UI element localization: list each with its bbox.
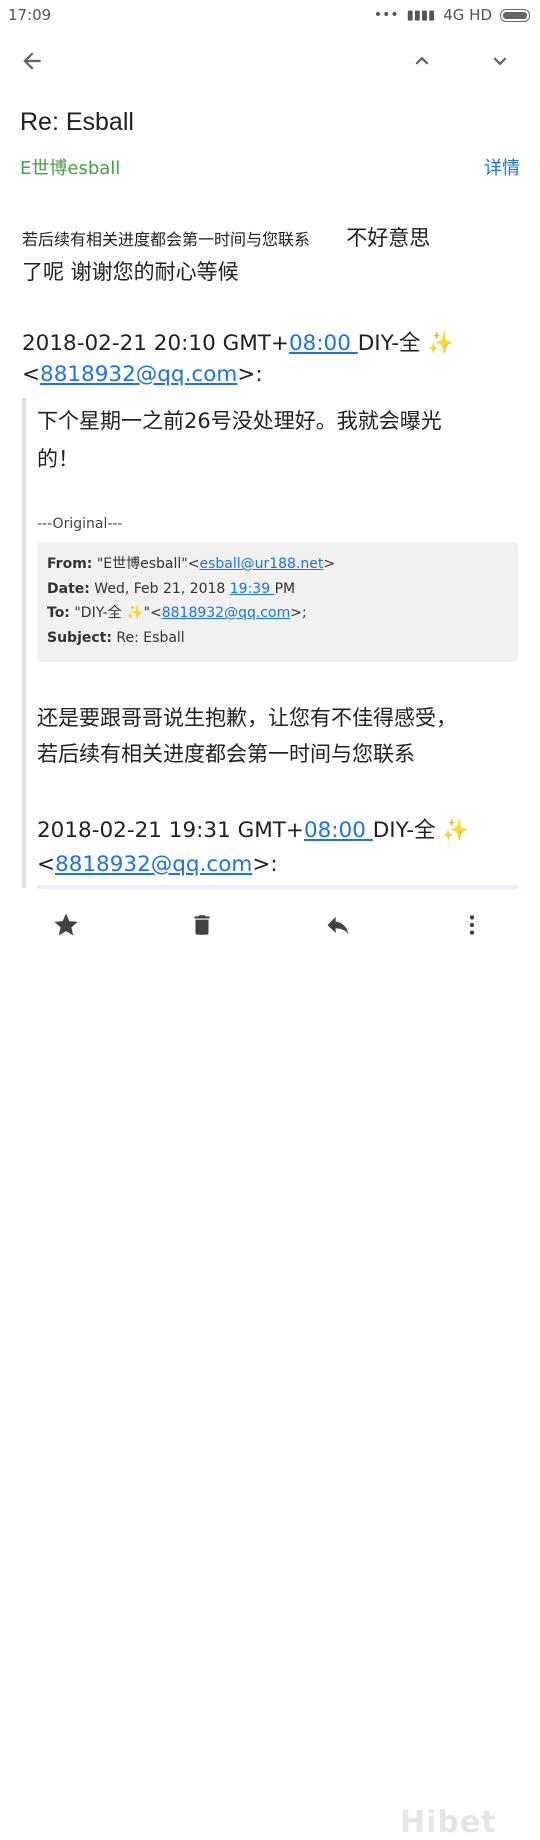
header-from-name: "E世博esball"<: [92, 556, 200, 572]
original-headers-box: From: "E世博esball"<esball@ur188.net> Date…: [37, 542, 518, 662]
header-to-email-link[interactable]: 8818932@qq.com: [162, 605, 290, 621]
details-link[interactable]: 详情: [484, 154, 520, 180]
header-subject-value: Re: Esball: [111, 629, 185, 646]
reply-header-2: 2018-02-21 19:31 GMT+08:00 DIY-全 ✨ <8818…: [37, 818, 470, 877]
reply-header-1: 2018-02-21 20:10 GMT+08:00 DIY-全 ✨ <8818…: [22, 331, 455, 387]
chevron-down-icon: [493, 57, 507, 66]
previous-email-button[interactable]: [402, 41, 442, 81]
header-date: Date: Wed, Feb 21, 2018 19:39 PM: [47, 577, 508, 602]
header-to-label: To:: [47, 605, 70, 621]
status-icons: ••• ▮▮▮▮ 4G HD: [374, 6, 530, 24]
header-to: To: "DIY-全 ✨"<8818932@qq.com>;: [47, 605, 307, 621]
reply-1-suffix: >:: [237, 362, 263, 387]
sparkle-icon: ✨: [427, 331, 455, 356]
sparkle-icon: ✨: [442, 818, 470, 843]
status-bar: 17:09 ••• ▮▮▮▮ 4G HD: [0, 0, 540, 30]
quote-2: 还是要跟哥哥说生抱歉，让您有不佳得感受， 若后续有相关进度都会第一时间与您联系: [37, 700, 522, 772]
header-date-time-link[interactable]: 19:39: [230, 581, 275, 597]
back-arrow-icon: [23, 52, 41, 70]
more-options-button[interactable]: [452, 905, 492, 945]
reply-button[interactable]: [318, 905, 358, 945]
network-label: 4G HD: [443, 6, 492, 24]
reply-2-date: 2018-02-21 19:31 GMT+: [37, 818, 304, 843]
status-time: 17:09: [8, 6, 52, 24]
reply-2-suffix: >:: [252, 852, 278, 877]
star-icon: [54, 913, 78, 936]
header-date-label: Date:: [47, 580, 90, 597]
quote-2-line-1: 还是要跟哥哥说生抱歉，让您有不佳得感受，: [37, 706, 457, 730]
nested-quote-edge: [37, 885, 518, 889]
sparkle-icon: ✨: [126, 605, 144, 621]
more-dots-icon: •••: [373, 7, 399, 23]
reply-2-tz-link[interactable]: 08:00: [304, 818, 373, 843]
body-line-1-small: 若后续有相关进度都会第一时间与您联系: [22, 230, 311, 249]
reply-1-name: DIY-全: [357, 331, 428, 356]
header-to-suffix: >;: [290, 605, 307, 621]
more-vert-icon: [469, 915, 475, 935]
header-to-name: "DIY-全: [69, 605, 127, 621]
header-subject-label: Subject:: [47, 629, 112, 646]
signal-icon: ▮▮▮▮: [406, 7, 436, 23]
app-bar: [0, 30, 540, 92]
reply-1-tz-link[interactable]: 08:00: [289, 331, 358, 356]
header-date-prefix: Wed, Feb 21, 2018: [89, 580, 230, 597]
header-from-email-link[interactable]: esball@ur188.net: [199, 556, 323, 572]
email-subject: Re: Esball: [20, 108, 134, 136]
header-subject: Subject: Re: Esball: [47, 626, 508, 651]
quote-bar: [22, 398, 26, 888]
trash-icon: [194, 915, 210, 935]
original-marker: ---Original---: [37, 516, 123, 532]
battery-icon: [500, 8, 530, 22]
bottom-action-bar: Hibet: [0, 900, 540, 1840]
body-line-1-large: 不好意思: [346, 226, 431, 250]
body-line-1: 若后续有相关进度都会第一时间与您联系 不好意思: [22, 222, 522, 252]
next-email-button[interactable]: [480, 41, 520, 81]
reply-1-date: 2018-02-21 20:10 GMT+: [22, 331, 289, 356]
delete-button[interactable]: [182, 905, 222, 945]
reply-1-email-link[interactable]: 8818932@qq.com: [40, 362, 237, 387]
quote-1-line-2: 的！: [37, 447, 79, 471]
quote-1: 下个星期一之前26号没处理好。我就会曝光 的！: [37, 402, 517, 478]
star-button[interactable]: [46, 905, 86, 945]
watermark: Hibet: [400, 1805, 497, 1840]
body-line-2: 了呢 谢谢您的耐心等候: [22, 260, 239, 284]
reply-2-name: DIY-全: [372, 818, 443, 843]
header-from-label: From:: [47, 556, 93, 572]
header-date-suffix: PM: [274, 580, 296, 597]
sender-name[interactable]: E世博esball: [20, 154, 120, 180]
reply-2-email-link[interactable]: 8818932@qq.com: [55, 852, 252, 877]
reply-icon: [327, 916, 349, 935]
quote-1-line-1: 下个星期一之前26号没处理好。我就会曝光: [37, 409, 442, 433]
header-from: From: "E世博esball"<esball@ur188.net>: [47, 556, 336, 572]
back-button[interactable]: [12, 41, 52, 81]
quote-2-line-2: 若后续有相关进度都会第一时间与您联系: [37, 742, 415, 766]
chevron-up-icon: [415, 56, 429, 65]
